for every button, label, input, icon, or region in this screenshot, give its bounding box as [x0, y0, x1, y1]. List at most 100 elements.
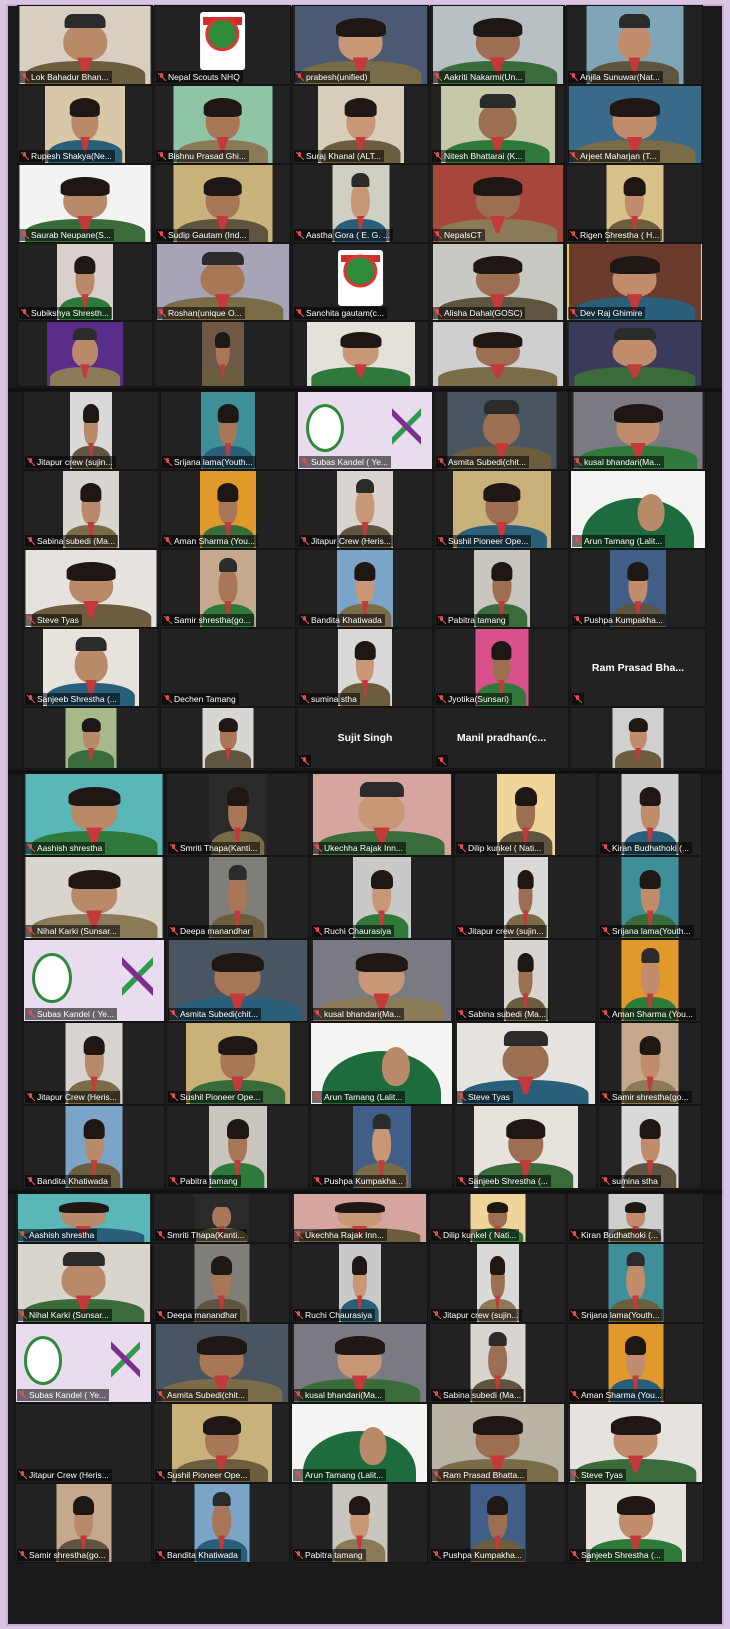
participant-tile[interactable]: Aman Sharma (You...	[567, 1323, 704, 1403]
participant-tile[interactable]: Smriti Thapa(Kanti...	[166, 773, 309, 856]
participant-tile[interactable]: Sushil Pioneer Ope...	[434, 470, 569, 549]
participant-tile[interactable]: Subas Kandel ( Ye...	[297, 391, 433, 470]
participant-tile[interactable]	[23, 707, 159, 769]
participant-tile[interactable]: Dilip kunkel ( Nati...	[454, 773, 597, 856]
participant-tile[interactable]: Dechen Tamang	[160, 628, 296, 707]
participant-tile[interactable]	[292, 321, 429, 387]
participant-tile[interactable]: Sanjeeb Shrestha (...	[567, 1483, 704, 1563]
participant-tile[interactable]: Samir shrestha(go...	[15, 1483, 152, 1563]
participant-tile[interactable]: Saurab Neupane(S...	[17, 164, 153, 243]
participant-tile[interactable]: Samir shrestha(go...	[160, 549, 296, 628]
participant-tile[interactable]: Arun Tamang (Lalit...	[570, 470, 706, 549]
participant-tile[interactable]: Pabitra tamang	[291, 1483, 428, 1563]
participant-tile[interactable]: Sanjeeb Shrestha (...	[454, 1105, 597, 1189]
participant-tile[interactable]: Aashish shrestha	[15, 1193, 152, 1243]
participant-tile[interactable]: Steve Tyas	[454, 1022, 597, 1105]
participant-tile[interactable]: Jitapur Crew (Heris...	[15, 1403, 152, 1483]
participant-tile[interactable]: Pushpa Kumpakha...	[429, 1483, 566, 1563]
participant-tile[interactable]	[566, 321, 703, 387]
participant-tile[interactable]: Arjeet Maharjan (T...	[566, 85, 703, 164]
participant-tile[interactable]: Ukechha Rajak Inn...	[291, 1193, 428, 1243]
participant-tile[interactable]: Kiran Budhathoki (...	[567, 1193, 704, 1243]
participant-tile[interactable]: kusal bhandari(Ma...	[310, 939, 453, 1022]
participant-tile[interactable]: Ukechha Rajak Inn...	[310, 773, 453, 856]
participant-tile[interactable]: Rupesh Shakya(Ne...	[17, 85, 153, 164]
participant-tile[interactable]: Bishnu Prasad Ghi...	[154, 85, 291, 164]
participant-tile[interactable]: Nihal Karki (Sunsar...	[23, 856, 165, 939]
participant-tile[interactable]: Jyotika(Sunsari)	[434, 628, 569, 707]
participant-tile[interactable]: Aastha Gora ( E. G. ...	[292, 164, 429, 243]
participant-tile[interactable]: Nitesh Bhattarai (K...	[430, 85, 565, 164]
participant-tile[interactable]: sumina stha	[297, 628, 433, 707]
participant-tile[interactable]: kusal bhandari(Ma...	[570, 391, 706, 470]
participant-tile[interactable]: Pabitra tamang	[434, 549, 569, 628]
participant-tile[interactable]	[154, 321, 291, 387]
participant-tile[interactable]	[430, 321, 565, 387]
participant-tile[interactable]: Steve Tyas	[23, 549, 159, 628]
participant-tile[interactable]: Sabina subedi (Ma...	[454, 939, 597, 1022]
participant-tile[interactable]: Asmita Subedi(chit...	[434, 391, 569, 470]
participant-tile[interactable]: Aakriti Nakarmi(Un...	[430, 5, 565, 85]
participant-tile[interactable]: Arun Tamang (Lalit...	[310, 1022, 453, 1105]
participant-tile[interactable]: Bandita Khatiwada	[297, 549, 433, 628]
participant-tile[interactable]: Sanjeeb Shrestha (...	[23, 628, 159, 707]
participant-tile[interactable]: Jitapur crew (sujin...	[429, 1243, 566, 1323]
participant-tile[interactable]: Jitapur Crew (Heris...	[23, 1022, 165, 1105]
participant-tile[interactable]: Sabina subedi (Ma...	[429, 1323, 566, 1403]
participant-tile[interactable]: NepalsCT	[430, 164, 565, 243]
participant-tile[interactable]: Pabitra tamang	[166, 1105, 309, 1189]
participant-tile[interactable]: kusal bhandari(Ma...	[291, 1323, 428, 1403]
participant-tile[interactable]: sumina stha	[598, 1105, 702, 1189]
participant-tile[interactable]: Pushpa Kumpakha...	[310, 1105, 453, 1189]
participant-tile[interactable]: Srijana lama(Youth...	[160, 391, 296, 470]
participant-tile[interactable]	[17, 321, 153, 387]
participant-tile[interactable]: Ruchi Chaurasiya	[310, 856, 453, 939]
participant-tile[interactable]: Samir shrestha(go...	[598, 1022, 702, 1105]
participant-tile[interactable]: Subas Kandel ( Ye...	[23, 939, 165, 1022]
participant-tile[interactable]: Nihal Karki (Sunsar...	[15, 1243, 152, 1323]
participant-tile[interactable]: Suraj Khanal (ALT...	[292, 85, 429, 164]
participant-tile[interactable]: Sushil Pioneer Ope...	[166, 1022, 309, 1105]
participant-tile[interactable]: Steve Tyas	[567, 1403, 704, 1483]
participant-tile[interactable]: Jitapur Crew (Heris...	[297, 470, 433, 549]
participant-tile[interactable]: Anjila Sunuwar(Nat...	[566, 5, 703, 85]
participant-tile[interactable]: Sujit Singh	[297, 707, 433, 769]
participant-tile[interactable]: Aashish shrestha	[23, 773, 165, 856]
participant-tile[interactable]: Nepal Scouts NHQ	[154, 5, 291, 85]
participant-tile[interactable]: Deepa manandhar	[166, 856, 309, 939]
participant-tile[interactable]: Dilip kunkel ( Nati...	[429, 1193, 566, 1243]
participant-tile[interactable]: Rigen Shrestha ( H...	[566, 164, 703, 243]
participant-tile[interactable]: Roshan(unique O...	[154, 243, 291, 321]
participant-tile[interactable]: Deepa manandhar	[153, 1243, 290, 1323]
participant-tile[interactable]: Bandita Khatiwada	[23, 1105, 165, 1189]
participant-tile[interactable]: Alisha Dahal(GOSC)	[430, 243, 565, 321]
participant-tile[interactable]: Jitapur crew (sujin...	[23, 391, 159, 470]
participant-tile[interactable]: Aman Sharma (You...	[598, 939, 702, 1022]
participant-tile[interactable]	[160, 707, 296, 769]
participant-tile[interactable]: Lok Bahadur Bhan...	[17, 5, 153, 85]
participant-tile[interactable]: Asmita Subedi(chit...	[166, 939, 309, 1022]
participant-tile[interactable]: Ram Prasad Bha...	[570, 628, 706, 707]
participant-tile[interactable]: Aman Sharma (You...	[160, 470, 296, 549]
participant-tile[interactable]: Srijana lama(Youth...	[598, 856, 702, 939]
participant-tile[interactable]: Sudip Gautam (Ind...	[154, 164, 291, 243]
participant-tile[interactable]: Kiran Budhathoki (...	[598, 773, 702, 856]
participant-tile[interactable]: Ruchi Chaurasiya	[291, 1243, 428, 1323]
participant-tile[interactable]: Ram Prasad Bhatta...	[429, 1403, 566, 1483]
participant-tile[interactable]: Sanchita gautam(c...	[292, 243, 429, 321]
participant-tile[interactable]: Sushil Pioneer Ope...	[153, 1403, 290, 1483]
participant-tile[interactable]: Dev Raj Ghimire	[567, 244, 702, 320]
participant-tile[interactable]: Asmita Subedi(chit...	[153, 1323, 290, 1403]
participant-tile[interactable]: Sabina subedi (Ma...	[23, 470, 159, 549]
participant-tile[interactable]: prabesh(unified)	[292, 5, 429, 85]
participant-tile[interactable]: Subikshya Shresth...	[17, 243, 153, 321]
participant-tile[interactable]: Smriti Thapa(Kanti...	[153, 1193, 290, 1243]
participant-tile[interactable]	[570, 707, 706, 769]
participant-tile[interactable]: Srijana lama(Youth...	[567, 1243, 704, 1323]
participant-tile[interactable]: Manil pradhan(c...	[434, 707, 569, 769]
participant-tile[interactable]: Arun Tamang (Lalit...	[291, 1403, 428, 1483]
participant-tile[interactable]: Subas Kandel ( Ye...	[15, 1323, 152, 1403]
participant-tile[interactable]: Pushpa Kumpakha...	[570, 549, 706, 628]
participant-tile[interactable]: Jitapur crew (sujin...	[454, 856, 597, 939]
participant-tile[interactable]: Bandita Khatiwada	[153, 1483, 290, 1563]
